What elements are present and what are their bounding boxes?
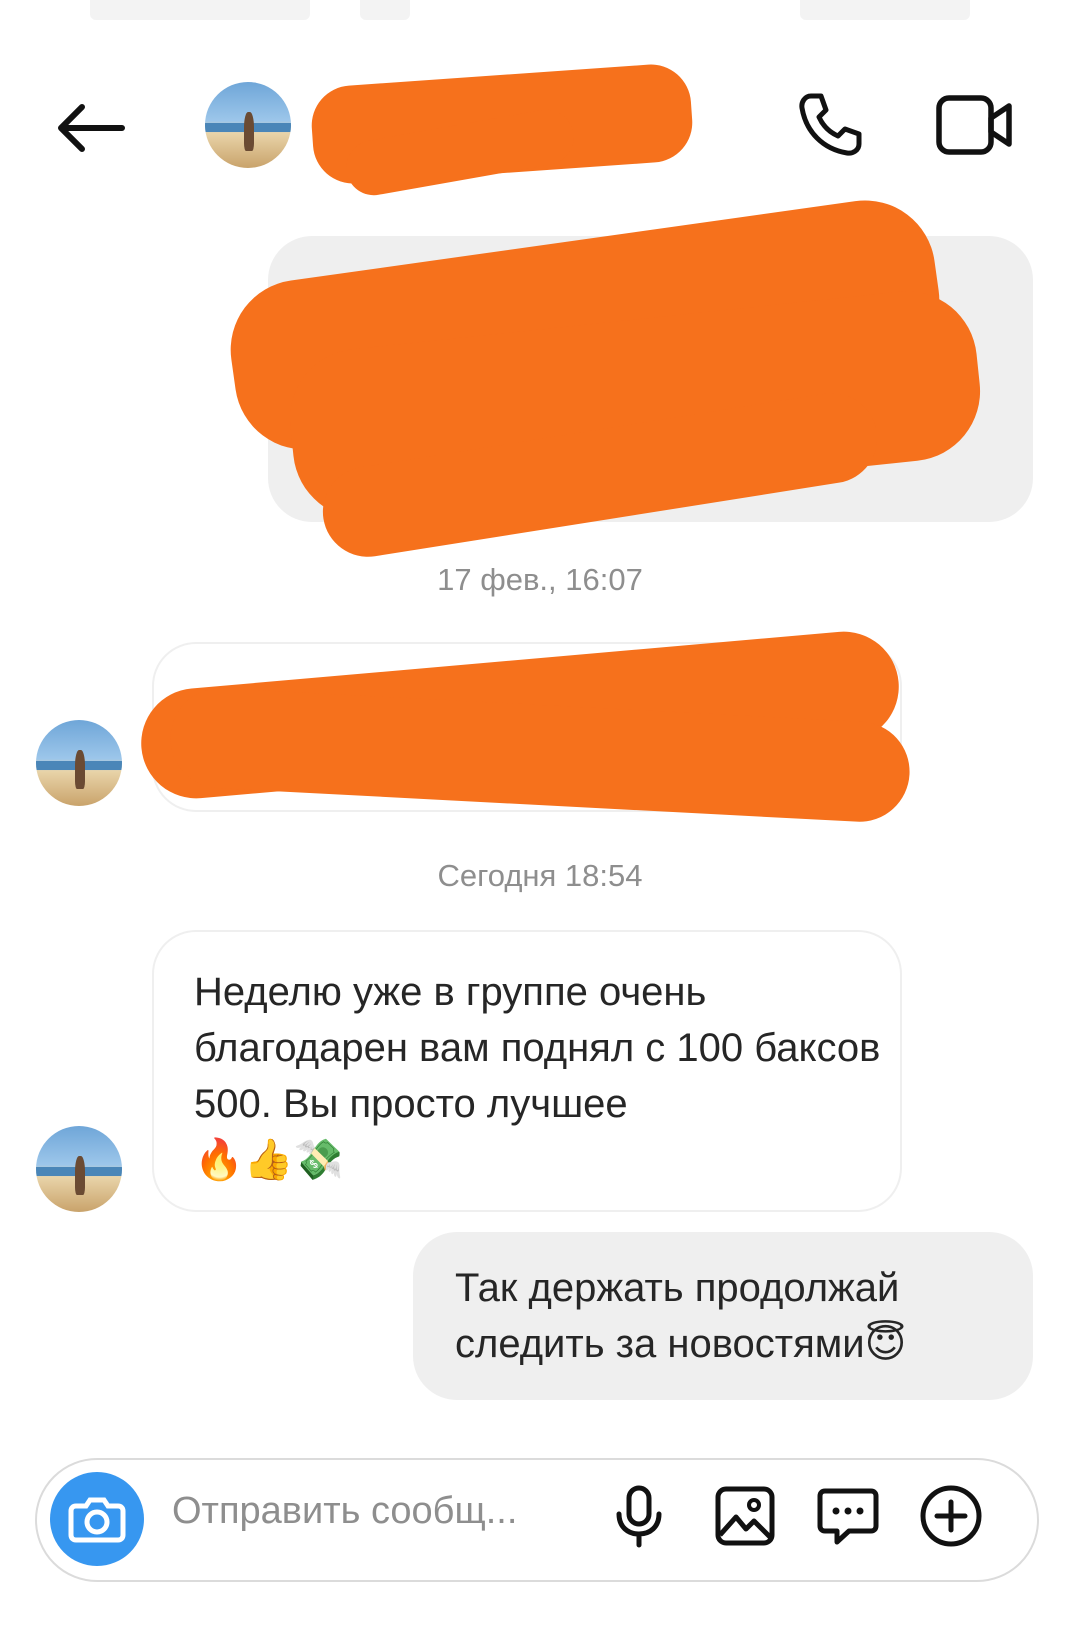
video-call-button[interactable] (935, 90, 1015, 160)
camera-button[interactable] (50, 1472, 144, 1566)
camera-icon (68, 1497, 126, 1543)
voice-call-button[interactable] (795, 90, 865, 160)
contact-avatar[interactable] (205, 82, 291, 168)
video-camera-icon (936, 95, 1012, 155)
more-button[interactable] (918, 1483, 984, 1549)
phone-icon (799, 93, 862, 156)
voice-message-button[interactable] (606, 1483, 672, 1549)
message-emoji: 😇 (864, 1322, 907, 1366)
gallery-icon (715, 1486, 775, 1546)
incoming-message[interactable]: Неделю уже в группе очень благодарен вам… (152, 930, 902, 1212)
message-input[interactable]: Отправить сообщ... (172, 1490, 517, 1533)
sender-avatar[interactable] (36, 720, 122, 806)
message-emoji: 🔥👍💸 (194, 1138, 344, 1182)
sticker-button[interactable] (815, 1483, 881, 1549)
back-button[interactable] (52, 88, 132, 168)
timestamp: 17 фев., 16:07 (437, 562, 643, 597)
sticker-chat-icon (817, 1488, 879, 1545)
timestamp: Сегодня 18:54 (437, 858, 643, 893)
microphone-icon (616, 1485, 662, 1548)
gallery-button[interactable] (712, 1483, 778, 1549)
sender-avatar[interactable] (36, 1126, 122, 1212)
arrow-left-icon (58, 104, 125, 152)
plus-circle-icon (920, 1485, 982, 1547)
message-text: Неделю уже в группе очень благодарен вам… (194, 970, 881, 1126)
status-bar (0, 0, 1080, 40)
message-text: Так держать продолжай следить за новостя… (455, 1266, 900, 1366)
outgoing-message[interactable]: Так держать продолжай следить за новостя… (413, 1232, 1033, 1400)
